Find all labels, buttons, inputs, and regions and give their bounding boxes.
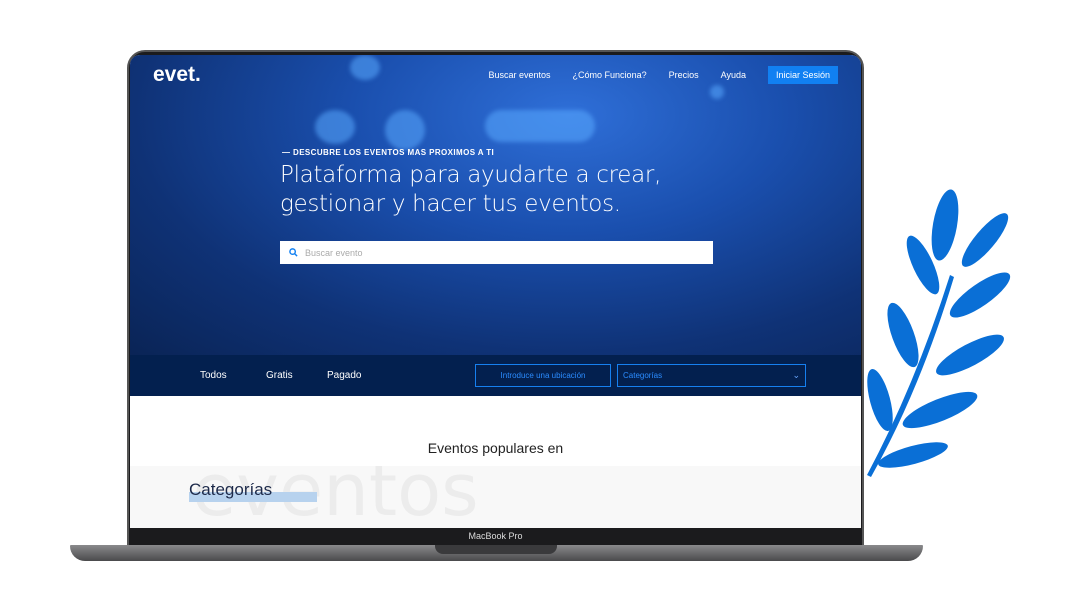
location-input[interactable]: Introduce una ubicación <box>475 364 611 387</box>
hero-headline: Plataforma para ayudarte a crear, gestio… <box>280 161 661 219</box>
nav-buscar-eventos[interactable]: Buscar eventos <box>489 70 551 80</box>
laptop-screen: evet. Buscar eventos ¿Cómo Funciona? Pre… <box>130 55 861 528</box>
logo[interactable]: evet. <box>153 63 201 87</box>
chevron-down-icon: ⌄ <box>792 370 800 380</box>
categories-heading: Categorías <box>189 480 273 499</box>
content-section: Eventos populares en eventos Categorías <box>130 396 861 528</box>
tab-todos[interactable]: Todos <box>200 370 227 381</box>
device-label: MacBook Pro <box>468 531 523 541</box>
filter-bar: Todos Gratis Pagado Introduce una ubicac… <box>130 355 861 396</box>
headline-line-1: Plataforma para ayudarte a crear, <box>280 162 662 188</box>
nav-como-funciona[interactable]: ¿Cómo Funciona? <box>573 70 647 80</box>
category-select-value: Categorías <box>623 371 663 380</box>
category-select[interactable]: Categorías ⌄ <box>617 364 806 387</box>
top-nav: Buscar eventos ¿Cómo Funciona? Precios A… <box>489 66 838 84</box>
nav-precios[interactable]: Precios <box>669 70 699 80</box>
login-button[interactable]: Iniciar Sesión <box>767 66 838 84</box>
tab-pagado[interactable]: Pagado <box>327 370 361 381</box>
laptop-notch <box>435 545 557 554</box>
categories-section: eventos Categorías <box>130 466 861 528</box>
search-placeholder: Buscar evento <box>305 247 363 258</box>
hero-eyebrow: — DESCUBRE LOS EVENTOS MAS PROXIMOS A TI <box>282 148 495 157</box>
popular-events-heading: Eventos populares en <box>427 440 564 456</box>
search-input[interactable]: Buscar evento <box>280 241 713 264</box>
search-icon <box>289 248 298 257</box>
headline-line-2: gestionar y hacer tus eventos. <box>280 191 621 217</box>
tab-gratis[interactable]: Gratis <box>266 370 293 381</box>
nav-ayuda[interactable]: Ayuda <box>721 70 746 80</box>
hero-section: evet. Buscar eventos ¿Cómo Funciona? Pre… <box>130 55 861 355</box>
leaf-illustration <box>867 189 1011 477</box>
